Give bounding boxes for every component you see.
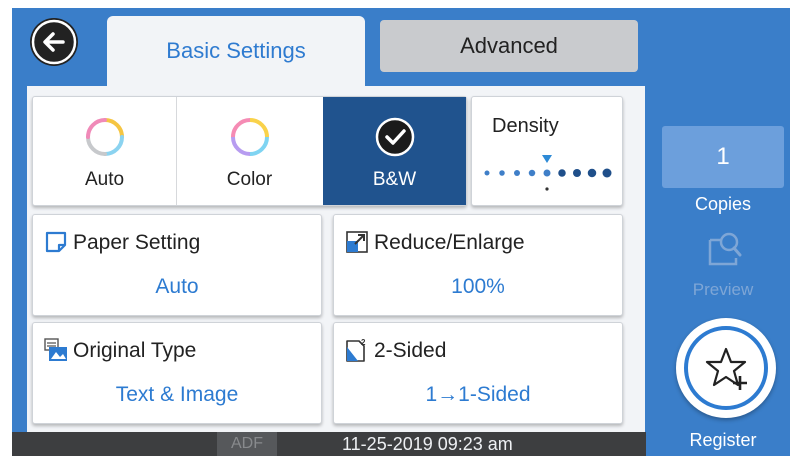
printer-copy-screen: Basic Settings Advanced Auto Color B&W D… bbox=[12, 8, 790, 456]
two-sided-icon: 2 bbox=[346, 338, 366, 362]
paper-setting-value: Auto bbox=[155, 275, 199, 298]
tab-basic-settings[interactable]: Basic Settings bbox=[107, 16, 365, 86]
color-mode-color-label: Color bbox=[226, 169, 273, 190]
density-level-dot bbox=[558, 169, 566, 177]
color-mode-auto-label: Auto bbox=[84, 169, 125, 190]
copies-input[interactable]: 1 bbox=[662, 126, 784, 188]
two-sided-value: 1→1-Sided bbox=[425, 383, 531, 406]
tab-basic-settings-label: Basic Settings bbox=[166, 38, 306, 63]
back-button[interactable] bbox=[30, 18, 78, 66]
density-level-dot bbox=[602, 168, 612, 178]
original-type-title: Original Type bbox=[73, 339, 197, 362]
original-type-value: Text & Image bbox=[115, 383, 239, 406]
color-mode-bw-label: B&W bbox=[372, 169, 417, 190]
two-sided-title: 2-Sided bbox=[374, 339, 447, 362]
tab-advanced[interactable]: Advanced bbox=[380, 20, 638, 72]
two-sided-button[interactable]: 2 2-Sided 1→1-Sided bbox=[333, 322, 623, 424]
density-current-tick bbox=[545, 187, 549, 191]
svg-text:2: 2 bbox=[361, 338, 366, 347]
density-level-dot bbox=[514, 170, 520, 176]
density-scale bbox=[484, 155, 612, 191]
tab-advanced-label: Advanced bbox=[460, 33, 558, 58]
copies-count: 1 bbox=[716, 143, 730, 170]
paper-setting-button[interactable]: Paper Setting Auto bbox=[32, 214, 322, 316]
density-level-dot bbox=[528, 169, 536, 177]
check-circle-icon bbox=[375, 117, 414, 157]
status-bar: ADF 11-25-2019 09:23 am bbox=[12, 432, 646, 456]
date-time: 11-25-2019 09:23 am bbox=[342, 434, 513, 454]
copies-label: Copies bbox=[694, 194, 752, 214]
preview-magnifier-icon bbox=[708, 232, 742, 266]
color-mode-color-button[interactable]: Color bbox=[177, 97, 322, 205]
star-add-icon bbox=[684, 326, 768, 410]
color-mode-auto-button[interactable]: Auto bbox=[33, 97, 177, 205]
reduce-enlarge-button[interactable]: Reduce/Enlarge 100% bbox=[333, 214, 623, 316]
color-mode-bw-button[interactable]: B&W bbox=[323, 97, 466, 205]
arrow-left-icon bbox=[31, 19, 77, 65]
density-level-dot bbox=[587, 168, 597, 178]
density-level-dot bbox=[543, 169, 551, 177]
register-label: Register bbox=[689, 430, 757, 450]
paper-icon bbox=[45, 231, 67, 253]
register-button[interactable] bbox=[676, 318, 776, 418]
resize-icon bbox=[346, 231, 368, 253]
original-type-button[interactable]: Original Type Text & Image bbox=[32, 322, 322, 424]
auto-color-ring-icon bbox=[85, 118, 124, 156]
paper-setting-title: Paper Setting bbox=[73, 231, 201, 254]
reduce-enlarge-value: 100% bbox=[451, 275, 505, 298]
density-level-dot bbox=[573, 169, 581, 177]
preview-label: Preview bbox=[692, 280, 754, 299]
density-button[interactable]: Density bbox=[471, 96, 623, 206]
color-ring-icon bbox=[230, 118, 269, 156]
density-marker-icon bbox=[542, 155, 552, 163]
density-level-dot bbox=[484, 170, 490, 176]
color-mode-selector: Auto Color B&W bbox=[32, 96, 467, 206]
adf-indicator: ADF bbox=[217, 432, 277, 456]
density-level-dot bbox=[499, 170, 505, 176]
image-document-icon bbox=[44, 338, 67, 361]
reduce-enlarge-title: Reduce/Enlarge bbox=[374, 231, 525, 254]
preview-button[interactable]: Preview bbox=[662, 218, 784, 308]
basic-settings-panel: Auto Color B&W Density Paper Setting Aut… bbox=[27, 86, 645, 432]
